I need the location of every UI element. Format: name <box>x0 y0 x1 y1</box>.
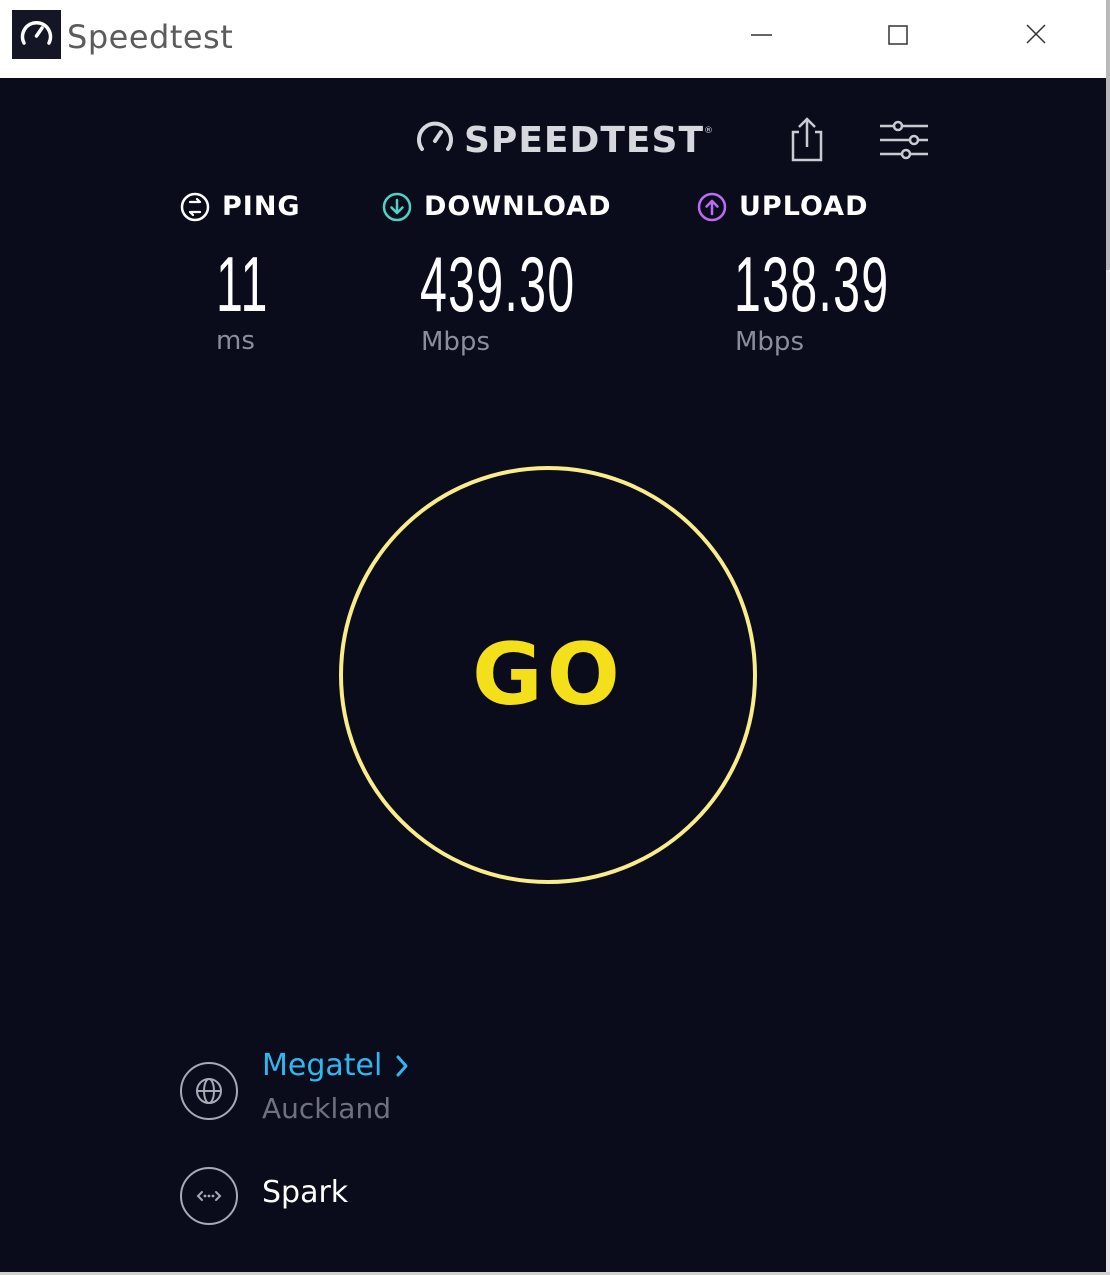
gauge-icon <box>414 117 456 163</box>
logo-trademark: ® <box>704 126 714 136</box>
title-bar: Speedtest <box>0 0 1106 78</box>
go-label: GO <box>472 625 624 725</box>
upload-label: UPLOAD <box>739 191 869 222</box>
ping-unit: ms <box>216 326 255 356</box>
share-button[interactable] <box>786 116 828 162</box>
connection-icon <box>196 1191 222 1201</box>
download-header: DOWNLOAD <box>382 191 612 222</box>
share-icon <box>791 117 823 162</box>
download-unit: Mbps <box>421 327 490 357</box>
isp-name: Spark <box>262 1175 349 1210</box>
isp-icon-container <box>180 1167 238 1225</box>
window-right-border <box>1106 0 1110 1275</box>
download-value: 439.30 <box>420 240 576 328</box>
settings-sliders-icon <box>880 120 928 160</box>
ping-header: PING <box>180 191 301 222</box>
speedtest-logo: SPEEDTEST ® <box>414 116 713 164</box>
speedtest-window: Speedtest SPEEDTEST ® PING 11 ms DOWNLOA… <box>0 0 1110 1275</box>
logo-text: SPEEDTEST <box>464 119 705 161</box>
upload-value: 138.39 <box>734 240 890 328</box>
minimize-button[interactable] <box>692 0 830 70</box>
go-button[interactable]: GO <box>339 466 757 884</box>
ping-label: PING <box>222 191 301 222</box>
ping-icon <box>180 192 210 221</box>
app-icon <box>12 10 61 59</box>
ping-value: 11 <box>216 240 269 328</box>
download-label: DOWNLOAD <box>424 191 612 222</box>
upload-unit: Mbps <box>735 327 804 357</box>
window-title: Speedtest <box>67 18 234 56</box>
upload-arrow-icon <box>697 192 727 221</box>
download-arrow-icon <box>382 192 412 221</box>
settings-button[interactable] <box>876 118 932 162</box>
server-location: Auckland <box>262 1092 391 1125</box>
globe-icon <box>196 1078 222 1104</box>
upload-header: UPLOAD <box>697 191 869 222</box>
server-name-link[interactable]: Megatel <box>262 1048 414 1083</box>
chevron-right-icon <box>396 1055 408 1076</box>
server-name: Megatel <box>262 1048 383 1083</box>
maximize-button[interactable] <box>830 0 968 70</box>
close-button[interactable] <box>968 0 1106 70</box>
server-globe-button[interactable] <box>180 1062 238 1120</box>
speedtest-app: SPEEDTEST ® PING 11 ms DOWNLOAD 439.30 M… <box>0 78 1106 1272</box>
